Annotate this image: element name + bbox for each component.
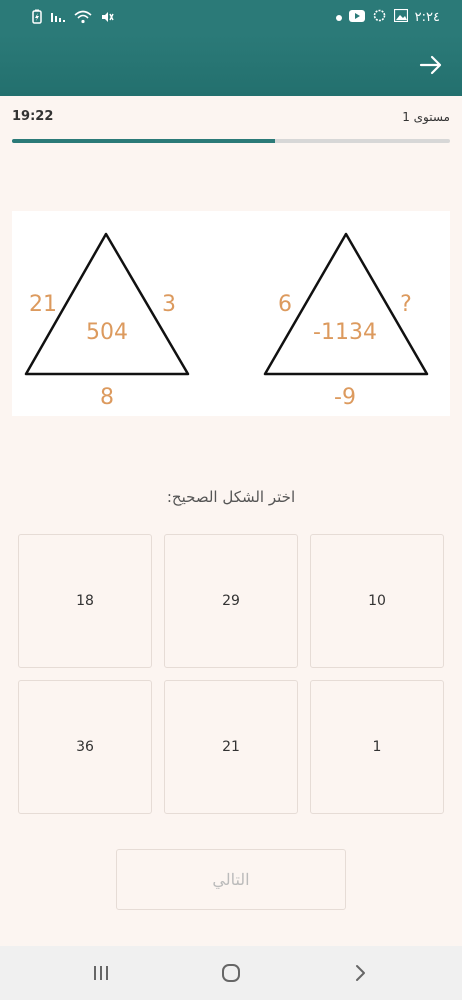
signal-icon — [50, 10, 66, 28]
arrow-right-icon — [419, 55, 442, 75]
system-nav-bar — [0, 946, 462, 1000]
mute-icon — [100, 10, 114, 28]
right-triangle-center-value: -1134 — [313, 320, 377, 345]
option-button[interactable]: 18 — [18, 534, 152, 668]
status-icons-left — [32, 9, 114, 28]
home-icon — [222, 964, 240, 982]
status-bar: ٢:٢٤ — [0, 0, 462, 34]
wifi-icon — [74, 10, 92, 28]
option-button[interactable]: 1 — [310, 680, 444, 814]
progress-fill — [12, 139, 275, 143]
back-button[interactable] — [416, 50, 446, 80]
recent-apps-icon — [94, 966, 108, 980]
left-triangle-right-value: 3 — [162, 292, 176, 317]
battery-charging-icon — [32, 9, 42, 28]
left-triangle-bottom-value: 8 — [100, 385, 114, 410]
right-triangle-right-value: ? — [400, 292, 412, 317]
right-triangle-bottom-value: -9 — [334, 385, 356, 410]
next-button[interactable]: التالي — [116, 849, 346, 910]
timer: 19:22 — [12, 109, 54, 124]
left-triangle-center-value: 504 — [86, 320, 128, 345]
option-button[interactable]: 29 — [164, 534, 298, 668]
chevron-right-icon — [356, 965, 365, 981]
right-triangle-left-value: 6 — [278, 292, 292, 317]
notification-dot-icon — [335, 10, 342, 25]
app-bar — [0, 34, 462, 96]
status-time: ٢:٢٤ — [414, 10, 440, 25]
sun-icon — [372, 8, 387, 27]
left-triangle-left-value: 21 — [29, 292, 57, 317]
status-icons-right: ٢:٢٤ — [335, 8, 440, 27]
option-button[interactable]: 10 — [310, 534, 444, 668]
option-button[interactable]: 36 — [18, 680, 152, 814]
option-button[interactable]: 21 — [164, 680, 298, 814]
question-prompt: اختر الشكل الصحيح: — [166, 488, 296, 506]
back-nav-button[interactable] — [345, 960, 375, 986]
home-button[interactable] — [216, 960, 246, 986]
youtube-icon — [348, 9, 365, 26]
level-label: مستوى 1 — [402, 110, 450, 124]
progress-bar — [12, 139, 450, 143]
gallery-icon — [393, 8, 408, 26]
puzzle-figure: 21 3 504 8 6 ? -1134 -9 — [24, 232, 429, 410]
recent-apps-button[interactable] — [86, 960, 116, 986]
puzzle-panel: 21 3 504 8 6 ? -1134 -9 — [12, 211, 450, 416]
